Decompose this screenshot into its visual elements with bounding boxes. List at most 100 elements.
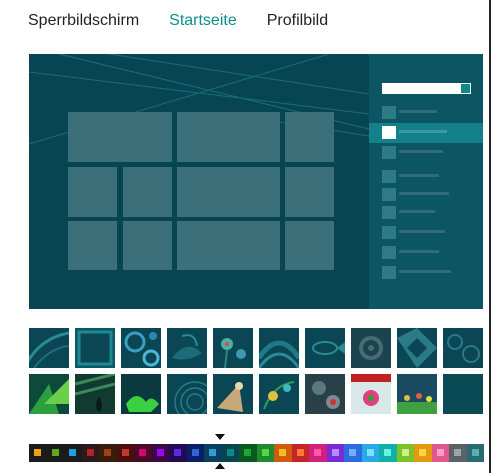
color-slider-marker-top[interactable] [215,434,225,440]
pattern-folk-art[interactable] [351,374,391,414]
app-icon [382,246,396,259]
search-pane [369,54,483,309]
color-slider-marker-bottom[interactable] [215,463,225,469]
app-label-bar [399,192,449,195]
app-icon [382,146,396,159]
color-swatch[interactable] [99,444,117,462]
app-label-bar [399,230,445,233]
tile [285,112,334,162]
color-swatch[interactable] [169,444,187,462]
color-swatch[interactable] [46,444,64,462]
pattern-leaves[interactable] [167,328,207,368]
pattern-frame[interactable] [75,328,115,368]
color-swatch[interactable] [466,444,484,462]
pattern-splash[interactable] [121,374,161,414]
color-swatch-dot [34,449,42,456]
search-icon [461,84,470,93]
color-swatch-dot [174,449,182,456]
color-swatch[interactable] [326,444,344,462]
pattern-gears-dark[interactable] [351,328,391,368]
app-icon [382,126,396,139]
color-swatch[interactable] [291,444,309,462]
tab-account-picture[interactable]: Profilbild [267,10,328,34]
color-swatch[interactable] [361,444,379,462]
app-icon [382,206,396,219]
tile [123,221,172,270]
app-label-bar [399,270,451,273]
color-swatch-dot [349,449,357,456]
color-swatch[interactable] [379,444,397,462]
color-swatch-dot [419,449,427,456]
color-swatch[interactable] [414,444,432,462]
color-swatch[interactable] [204,444,222,462]
color-swatch[interactable] [239,444,257,462]
color-swatch-dot [261,449,269,456]
tab-bar: Sperrbildschirm Startseite Profilbild [28,10,328,34]
tile [177,112,280,162]
color-swatch[interactable] [309,444,327,462]
color-swatch-dot [51,449,59,456]
color-swatch-dot [209,449,217,456]
pattern-bird[interactable] [213,374,253,414]
color-swatch-dot [156,449,164,456]
color-swatch-dot [384,449,392,456]
color-swatch[interactable] [116,444,134,462]
color-swatch-dot [104,449,112,456]
color-swatch[interactable] [431,444,449,462]
color-swatch[interactable] [344,444,362,462]
tile [285,167,334,217]
color-swatch[interactable] [186,444,204,462]
app-icon [382,170,396,183]
start-screen-preview [29,54,483,309]
color-swatch-dot [314,449,322,456]
color-swatch-dot [86,449,94,456]
color-swatch[interactable] [64,444,82,462]
app-icon [382,106,396,119]
color-swatch[interactable] [221,444,239,462]
color-swatch[interactable] [449,444,467,462]
pattern-plain[interactable] [443,374,483,414]
pattern-stripes-drop[interactable] [75,374,115,414]
color-swatch-dot [454,449,462,456]
pattern-green-triangles[interactable] [29,374,69,414]
pattern-flowers[interactable] [213,328,253,368]
color-swatch[interactable] [151,444,169,462]
color-swatch[interactable] [29,444,47,462]
color-swatch[interactable] [134,444,152,462]
pattern-vines[interactable] [259,374,299,414]
color-swatch-dot [436,449,444,456]
color-swatch-dot [69,449,77,456]
color-swatch-dot [279,449,287,456]
pattern-gears[interactable] [443,328,483,368]
pattern-concentric[interactable] [167,374,207,414]
color-swatch-dot [191,449,199,456]
color-swatch[interactable] [256,444,274,462]
color-swatch[interactable] [396,444,414,462]
pattern-fish[interactable] [305,328,345,368]
tile [285,221,334,270]
color-swatch-dot [401,449,409,456]
color-swatch[interactable] [274,444,292,462]
tile [123,167,172,217]
color-swatch[interactable] [81,444,99,462]
pattern-garden[interactable] [397,374,437,414]
pattern-waves[interactable] [259,328,299,368]
color-swatch-dot [296,449,304,456]
color-swatch-dot [139,449,147,456]
search-box [382,83,471,94]
app-label-bar [399,174,439,177]
color-swatch-dot [471,449,479,456]
color-swatch-dot [226,449,234,456]
color-palette-slider[interactable] [29,444,484,462]
pattern-geometric[interactable] [397,328,437,368]
pattern-swirls[interactable] [121,328,161,368]
pattern-arcs[interactable] [29,328,69,368]
color-swatch-dot [121,449,129,456]
app-label-bar [399,150,443,153]
tab-start-screen[interactable]: Startseite [169,10,237,34]
tile [177,167,280,217]
app-label-bar [399,250,439,253]
tab-lock-screen[interactable]: Sperrbildschirm [28,10,139,34]
color-swatch-dot [331,449,339,456]
pattern-paisley[interactable] [305,374,345,414]
